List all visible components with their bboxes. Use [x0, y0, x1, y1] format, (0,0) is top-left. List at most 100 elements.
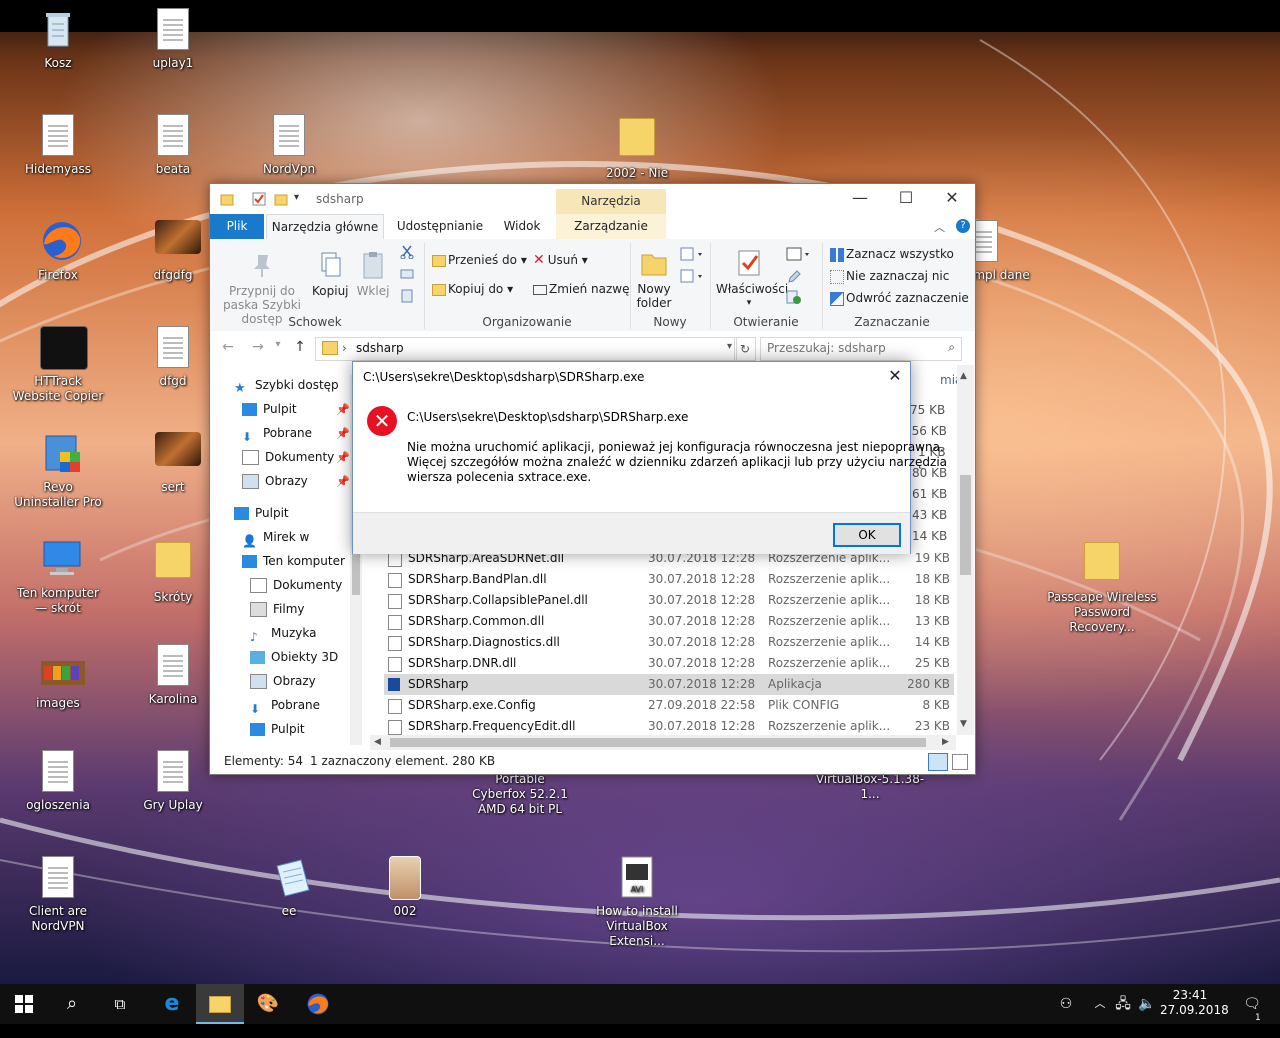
- nav-item-quick-access[interactable]: ★ Szybki dostęp: [234, 375, 339, 396]
- customize-qat-icon[interactable]: ▾: [294, 192, 308, 206]
- easy-access-icon[interactable]: [680, 269, 704, 286]
- tab-file[interactable]: Plik: [210, 214, 264, 239]
- desktop-icon-passcape[interactable]: Passcape Wireless Password Recovery...: [1042, 538, 1162, 635]
- move-to-button[interactable]: Przenieś do ▾: [432, 253, 527, 267]
- desktop-icon-ten-komputer[interactable]: Ten komputer — skrót: [10, 538, 106, 616]
- desktop-icon-ogloszenia[interactable]: ogloszenia: [10, 750, 106, 813]
- ok-button[interactable]: OK: [833, 523, 901, 547]
- desktop-icon-images[interactable]: images: [10, 660, 106, 711]
- file-list-scrollbar-thumb[interactable]: [960, 475, 971, 575]
- details-view-icon[interactable]: [928, 753, 948, 771]
- nav-item-pictures-pinned[interactable]: Obrazy: [242, 471, 308, 491]
- copy-button[interactable]: Kopiuj: [312, 249, 349, 298]
- table-row[interactable]: SDRSharp.Diagnostics.dll 30.07.2018 12:28…: [384, 632, 954, 653]
- desktop-icon-ee[interactable]: ee: [241, 856, 337, 919]
- nav-item-desktop-pinned[interactable]: Pulpit: [242, 399, 297, 419]
- nav-item-3d-objects[interactable]: Obiekty 3D: [250, 647, 338, 667]
- error-dialog[interactable]: C:\Users\sekre\Desktop\sdsharp\SDRSharp.…: [352, 361, 947, 554]
- desktop-icon-2002-nie[interactable]: 2002 - Nie: [589, 114, 685, 181]
- select-none-button[interactable]: Nie zaznaczaj nic: [830, 269, 949, 284]
- nav-item-downloads-pinned[interactable]: ⬇ Pobrane: [242, 423, 312, 444]
- search-button[interactable]: ⌕: [48, 984, 96, 1024]
- tab-manage[interactable]: Zarządzanie: [556, 214, 666, 239]
- nav-item-music[interactable]: ♪ Muzyka: [250, 623, 316, 644]
- desktop-icon-cyberfox[interactable]: Portable Cyberfox 52.2.1 AMD 64 bit PL: [472, 772, 568, 817]
- maximize-button[interactable]: ☐: [883, 184, 929, 214]
- nav-item-this-pc[interactable]: Ten komputer: [242, 551, 345, 571]
- desktop-icon-skroty[interactable]: Skróty: [125, 538, 221, 605]
- copy-path-icon[interactable]: [400, 267, 414, 284]
- collapse-ribbon-icon[interactable]: ︿: [934, 219, 945, 235]
- horizontal-scrollbar-thumb[interactable]: [390, 738, 926, 747]
- desktop-icon-gry-uplay[interactable]: Gry Uplay: [125, 750, 221, 813]
- table-row[interactable]: SDRSharp.BandPlan.dll 30.07.2018 12:28 Roz…: [384, 569, 954, 590]
- firefox-taskbar-button[interactable]: [294, 984, 342, 1024]
- rename-button[interactable]: Zmień nazwę: [533, 282, 630, 296]
- desktop-icon-client-nordvpn[interactable]: Client are NordVPN: [10, 856, 106, 934]
- search-input[interactable]: Przeszukaj: sdsharp ⌕: [760, 337, 962, 361]
- desktop-icon-firefox[interactable]: Firefox: [10, 220, 106, 283]
- people-icon[interactable]: ⚇: [1052, 984, 1080, 1024]
- desktop-icon-virtualbox-howto[interactable]: AVI How to install VirtualBox Extensi...: [589, 856, 685, 949]
- new-folder-icon[interactable]: [274, 192, 288, 206]
- action-center-button[interactable]: 🗨 1: [1232, 984, 1272, 1024]
- nav-item-documents-pinned[interactable]: Dokumenty: [242, 447, 334, 467]
- scroll-right-icon[interactable]: ▶: [942, 737, 949, 747]
- table-row[interactable]: SDRSharp 30.07.2018 12:28 Aplikacja 280 KB: [384, 674, 954, 695]
- delete-button[interactable]: ✕ Usuń ▾: [533, 253, 588, 267]
- dialog-close-button[interactable]: ✕: [880, 362, 910, 392]
- edge-button[interactable]: e: [148, 984, 196, 1024]
- nav-item-documents[interactable]: Dokumenty: [250, 575, 342, 595]
- table-row[interactable]: SDRSharp.Common.dll 30.07.2018 12:28 Rozsz…: [384, 611, 954, 632]
- breadcrumb-current[interactable]: sdsharp: [356, 341, 404, 355]
- address-dropdown-icon[interactable]: ▾: [727, 341, 732, 352]
- table-row[interactable]: SDRSharp.DNR.dll 30.07.2018 12:28 Rozszerz…: [384, 653, 954, 674]
- table-row[interactable]: SDRSharp.exe.Config 27.09.2018 22:58 Plik …: [384, 695, 954, 716]
- properties-button[interactable]: Właściwości ▾: [716, 247, 788, 310]
- paste-shortcut-icon[interactable]: [400, 289, 414, 306]
- file-list-scrollbar[interactable]: ▲ ▼: [957, 365, 974, 735]
- nav-item-desktop[interactable]: Pulpit: [234, 503, 289, 523]
- desktop-icon-002[interactable]: 002: [357, 856, 453, 919]
- paint-taskbar-button[interactable]: 🎨: [244, 984, 292, 1024]
- desktop-icon-kosz[interactable]: Kosz: [10, 8, 106, 71]
- paste-button[interactable]: Wklej: [354, 249, 392, 298]
- nav-item-desktop-pc[interactable]: Pulpit: [250, 719, 305, 739]
- nav-item-user[interactable]: 👤 Mirek w: [242, 527, 309, 548]
- up-arrow-icon[interactable]: ↑: [290, 339, 310, 357]
- recent-locations-chevron-icon[interactable]: ▾: [268, 339, 288, 357]
- new-item-icon[interactable]: [680, 247, 704, 264]
- start-button[interactable]: [0, 984, 48, 1024]
- tab-view[interactable]: Widok: [496, 214, 548, 239]
- back-arrow-icon[interactable]: ←: [218, 339, 238, 357]
- cut-icon[interactable]: [400, 245, 414, 262]
- desktop-icon-sert[interactable]: sert: [125, 432, 221, 495]
- history-icon[interactable]: [786, 289, 802, 308]
- table-row[interactable]: SDRSharp.FrequencyEdit.dll 30.07.2018 12:…: [384, 716, 954, 737]
- clock[interactable]: 23:41 27.09.2018: [1160, 988, 1229, 1018]
- volume-icon[interactable]: 🔈: [1136, 984, 1158, 1024]
- desktop-icon-dfgdfg[interactable]: dfgdfg: [125, 220, 221, 283]
- help-icon[interactable]: ?: [956, 219, 970, 233]
- tab-share[interactable]: Udostępnianie: [390, 214, 490, 239]
- refresh-icon[interactable]: ↻: [734, 337, 756, 361]
- desktop-icon-ompl-dane[interactable]: ompl dane: [966, 220, 1036, 283]
- table-row[interactable]: SDRSharp.CollapsiblePanel.dll 30.07.2018 …: [384, 590, 954, 611]
- desktop-icon-dfgd[interactable]: dfgd: [125, 326, 221, 389]
- address-field[interactable]: › sdsharp ▾: [315, 337, 737, 361]
- desktop-icon-uplay1[interactable]: uplay1: [125, 8, 221, 71]
- minimize-button[interactable]: —: [837, 184, 883, 214]
- forward-arrow-icon[interactable]: →: [248, 339, 268, 357]
- open-icon[interactable]: [786, 247, 812, 264]
- desktop-icon-revo-uninstaller[interactable]: Revo Uninstaller Pro: [10, 432, 106, 510]
- nav-item-downloads[interactable]: ⬇ Pobrane: [250, 695, 320, 716]
- desktop-icon-httrack[interactable]: HTTrack Website Copier: [10, 326, 106, 404]
- desktop-icon-virtualbox[interactable]: VirtualBox-5.1.38-1...: [815, 772, 925, 802]
- show-hidden-icons-chevron-icon[interactable]: ︿: [1090, 984, 1110, 1024]
- scroll-left-icon[interactable]: ◀: [374, 737, 381, 747]
- desktop-icon-nordvpn[interactable]: NordVpn: [241, 114, 337, 177]
- network-icon[interactable]: 🖧: [1112, 984, 1134, 1024]
- scroll-down-icon[interactable]: ▼: [960, 719, 967, 729]
- horizontal-scrollbar[interactable]: ◀ ▶: [370, 735, 956, 750]
- select-all-button[interactable]: Zaznacz wszystko: [830, 247, 954, 262]
